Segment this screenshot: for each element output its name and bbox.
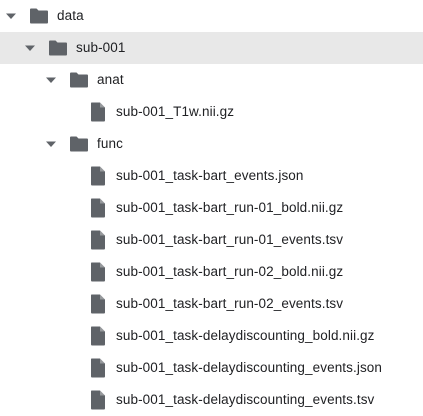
- folder-icon: [48, 38, 68, 58]
- folder-icon: [69, 134, 89, 154]
- tree-item-file[interactable]: sub-001_task-delaydiscounting_events.tsv: [0, 384, 423, 416]
- file-icon: [88, 198, 108, 218]
- tree-item-label: sub-001_task-delaydiscounting_events.tsv: [116, 392, 375, 408]
- tree-item-file[interactable]: sub-001_task-bart_events.json: [0, 160, 423, 192]
- tree-item-file[interactable]: sub-001_task-bart_run-02_bold.nii.gz: [0, 256, 423, 288]
- tree-item-label: sub-001_T1w.nii.gz: [116, 104, 235, 120]
- file-icon: [88, 358, 108, 378]
- tree-item-label: sub-001: [76, 40, 126, 56]
- tree-item-label: sub-001_task-bart_run-02_bold.nii.gz: [116, 264, 344, 280]
- tree-item-data[interactable]: data: [0, 0, 423, 32]
- file-icon: [88, 326, 108, 346]
- tree-item-label: sub-001_task-delaydiscounting_events.jso…: [116, 360, 383, 376]
- tree-item-sub-001[interactable]: sub-001: [0, 32, 423, 64]
- tree-item-label: sub-001_task-bart_run-02_events.tsv: [116, 296, 344, 312]
- file-icon: [88, 294, 108, 314]
- file-icon: [88, 262, 108, 282]
- tree-item-label: sub-001_task-bart_events.json: [116, 168, 304, 184]
- file-icon: [88, 166, 108, 186]
- chevron-down-icon[interactable]: [45, 138, 57, 150]
- folder-icon: [69, 70, 89, 90]
- chevron-down-icon[interactable]: [24, 42, 36, 54]
- tree-item-label: anat: [97, 72, 124, 88]
- file-icon: [88, 102, 108, 122]
- tree-item-label: sub-001_task-delaydiscounting_bold.nii.g…: [116, 328, 375, 344]
- tree-item-file[interactable]: sub-001_task-delaydiscounting_bold.nii.g…: [0, 320, 423, 352]
- chevron-down-icon[interactable]: [5, 10, 17, 22]
- tree-item-label: sub-001_task-bart_run-01_bold.nii.gz: [116, 200, 344, 216]
- tree-item-file[interactable]: sub-001_task-bart_run-01_bold.nii.gz: [0, 192, 423, 224]
- tree-item-file[interactable]: sub-001_task-delaydiscounting_events.jso…: [0, 352, 423, 384]
- tree-item-label: sub-001_task-bart_run-01_events.tsv: [116, 232, 344, 248]
- chevron-down-icon[interactable]: [45, 74, 57, 86]
- tree-item-func[interactable]: func: [0, 128, 423, 160]
- tree-item-file[interactable]: sub-001_task-bart_run-02_events.tsv: [0, 288, 423, 320]
- tree-item-label: data: [57, 8, 84, 24]
- file-icon: [88, 390, 108, 410]
- tree-item-file[interactable]: sub-001_task-bart_run-01_events.tsv: [0, 224, 423, 256]
- tree-item-file[interactable]: sub-001_T1w.nii.gz: [0, 96, 423, 128]
- tree-item-label: func: [97, 136, 123, 152]
- tree-item-anat[interactable]: anat: [0, 64, 423, 96]
- folder-icon: [29, 6, 49, 26]
- file-icon: [88, 230, 108, 250]
- file-tree: data sub-001 anat sub-001_T1w.nii.gz fun…: [0, 0, 423, 416]
